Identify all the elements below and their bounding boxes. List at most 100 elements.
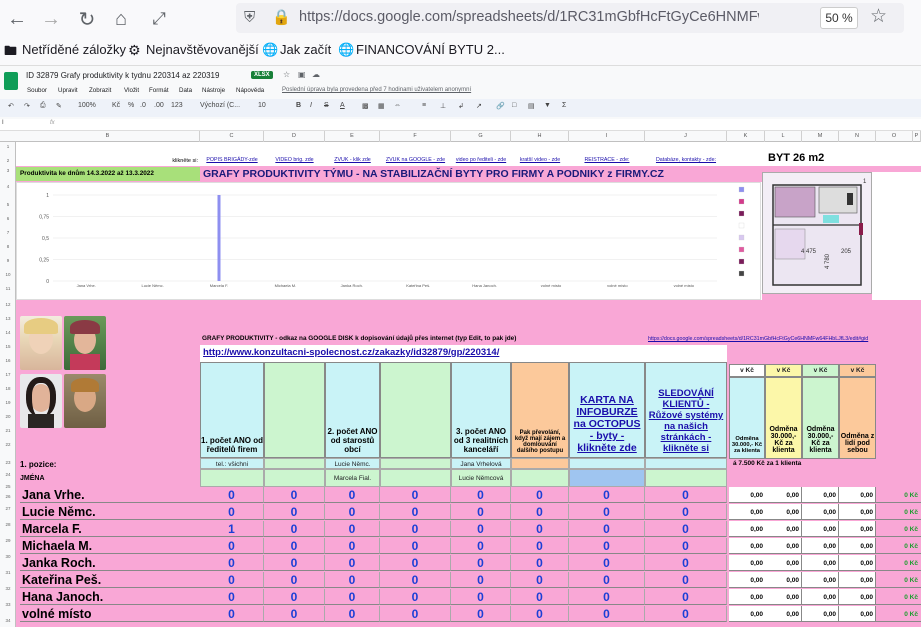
- bookmark-star-icon[interactable]: ☆: [870, 5, 887, 28]
- person-name[interactable]: Janka Roch.: [20, 555, 200, 571]
- column-header[interactable]: D: [264, 131, 325, 142]
- link-video-brig[interactable]: VIDEO brig. zde: [264, 152, 325, 166]
- count-cell[interactable]: 0: [569, 589, 645, 605]
- url-text[interactable]: https://docs.google.com/spreadsheets/d/1…: [299, 9, 759, 25]
- count-cell[interactable]: 0: [511, 572, 569, 588]
- row-header[interactable]: 29: [0, 538, 16, 543]
- money-cell[interactable]: 0,00: [839, 487, 876, 503]
- karta-infoburze-link[interactable]: KARTA NA INFOBURZE na OCTOPUS - byty - k…: [571, 362, 643, 458]
- row-header[interactable]: 23: [0, 460, 16, 465]
- row-header[interactable]: 28: [0, 522, 16, 527]
- total-kc-cell[interactable]: 0 Kč: [876, 572, 921, 588]
- column-header[interactable]: L: [765, 131, 802, 142]
- money-cell[interactable]: 0,00: [802, 521, 839, 537]
- star-icon[interactable]: ☆: [283, 70, 290, 79]
- money-cell[interactable]: 0,00: [729, 589, 766, 605]
- money-cell[interactable]: 0,00: [765, 555, 802, 571]
- count-cell[interactable]: 0: [325, 487, 380, 503]
- total-kc-cell[interactable]: 0 Kč: [876, 504, 921, 520]
- count-cell[interactable]: 0: [200, 606, 264, 622]
- total-kc-cell[interactable]: 0 Kč: [876, 487, 921, 503]
- money-cell[interactable]: 0,00: [765, 589, 802, 605]
- row-header[interactable]: 15: [0, 344, 16, 349]
- column-header[interactable]: M: [802, 131, 839, 142]
- count-cell[interactable]: 0: [380, 521, 451, 537]
- count-cell[interactable]: 0: [451, 521, 511, 537]
- column-header[interactable]: N: [839, 131, 876, 142]
- money-cell[interactable]: 0,00: [729, 521, 766, 537]
- person-name[interactable]: Lucie Němc.: [20, 504, 200, 520]
- last-edit-link[interactable]: Poslední úprava byla provedena před 7 ho…: [282, 87, 471, 93]
- count-cell[interactable]: 0: [200, 572, 264, 588]
- count-cell[interactable]: 0: [645, 555, 727, 571]
- filter-icon[interactable]: ▼: [544, 102, 551, 109]
- total-kc-cell[interactable]: 0 Kč: [876, 521, 921, 537]
- row-header[interactable]: 13: [0, 316, 16, 321]
- count-cell[interactable]: 0: [645, 504, 727, 520]
- globe-icon[interactable]: 🌐: [262, 42, 278, 58]
- decrease-decimal-button[interactable]: .0: [140, 102, 146, 109]
- link-registrace[interactable]: REISTRACE - zde:: [569, 152, 645, 166]
- row-header[interactable]: 2: [0, 158, 16, 163]
- money-cell[interactable]: 0,00: [765, 538, 802, 554]
- count-cell[interactable]: 0: [451, 504, 511, 520]
- strikethrough-button[interactable]: S: [324, 102, 329, 109]
- bookmark-item[interactable]: FINANCOVÁNÍ BYTU 2...: [356, 42, 505, 57]
- count-cell[interactable]: 0: [451, 538, 511, 554]
- count-cell[interactable]: 0: [451, 589, 511, 605]
- money-cell[interactable]: 0,00: [802, 589, 839, 605]
- menu-nastroje[interactable]: Nástroje: [202, 87, 225, 94]
- column-header[interactable]: C: [200, 131, 264, 142]
- link-icon[interactable]: 🔗: [496, 102, 505, 110]
- cloud-icon[interactable]: ☁: [312, 70, 320, 79]
- count-cell[interactable]: 0: [380, 487, 451, 503]
- count-cell[interactable]: 0: [380, 555, 451, 571]
- functions-icon[interactable]: Σ: [562, 102, 566, 109]
- count-cell[interactable]: 0: [511, 487, 569, 503]
- gear-icon[interactable]: ⚙: [128, 42, 141, 59]
- count-cell[interactable]: 0: [264, 572, 325, 588]
- link-zvuk[interactable]: ZVUK - klik zde: [325, 152, 380, 166]
- count-cell[interactable]: 0: [511, 504, 569, 520]
- row-header[interactable]: 10: [0, 272, 16, 277]
- count-cell[interactable]: 0: [451, 606, 511, 622]
- column-header[interactable]: J: [645, 131, 727, 142]
- total-kc-cell[interactable]: 0 Kč: [876, 555, 921, 571]
- count-cell[interactable]: 0: [380, 538, 451, 554]
- font-select[interactable]: Výchozí (C...: [200, 102, 240, 109]
- row-header[interactable]: 34: [0, 618, 16, 623]
- text-color-button[interactable]: A: [340, 102, 345, 109]
- column-header[interactable]: K: [727, 131, 765, 142]
- count-cell[interactable]: 0: [569, 606, 645, 622]
- font-size-select[interactable]: 10: [258, 102, 266, 109]
- valign-icon[interactable]: ⊥: [440, 102, 446, 110]
- money-cell[interactable]: 0,00: [802, 572, 839, 588]
- document-title[interactable]: ID 32879 Grafy produktivity k tydnu 2203…: [26, 71, 219, 80]
- sledovani-klientu-link[interactable]: SLEDOVÁNÍ KLIENTŮ - Růžové systémy na na…: [647, 362, 725, 458]
- konzultacni-link[interactable]: http://www.konzultacni-spolecnost.cz/zak…: [203, 347, 499, 358]
- count-cell[interactable]: 0: [325, 606, 380, 622]
- money-cell[interactable]: 0,00: [729, 487, 766, 503]
- money-cell[interactable]: 0,00: [839, 521, 876, 537]
- align-icon[interactable]: ≡: [422, 102, 426, 109]
- row-header[interactable]: 32: [0, 586, 16, 591]
- menu-data[interactable]: Data: [179, 87, 192, 94]
- bookmark-item[interactable]: Nejnavštěvovanější: [146, 42, 259, 57]
- row-header[interactable]: 12: [0, 302, 16, 307]
- row-header[interactable]: 21: [0, 428, 16, 433]
- link-kratsi-video[interactable]: kratší video - zde: [511, 152, 569, 166]
- bookmark-item[interactable]: Jak začít: [280, 42, 331, 57]
- total-kc-cell[interactable]: 0 Kč: [876, 589, 921, 605]
- money-cell[interactable]: 0,00: [729, 555, 766, 571]
- count-cell[interactable]: 0: [645, 538, 727, 554]
- money-cell[interactable]: 0,00: [839, 504, 876, 520]
- count-cell[interactable]: 0: [264, 606, 325, 622]
- count-cell[interactable]: 0: [380, 504, 451, 520]
- link-databaze[interactable]: Databáze, kontakty - zde:: [645, 152, 727, 166]
- increase-decimal-button[interactable]: .00: [154, 102, 164, 109]
- right-url-link[interactable]: https://docs.google.com/spreadsheets/d/1…: [648, 336, 921, 342]
- paint-format-icon[interactable]: ✎: [56, 102, 62, 110]
- column-header[interactable]: G: [451, 131, 511, 142]
- row-header[interactable]: 27: [0, 506, 16, 511]
- row-header[interactable]: 22: [0, 442, 16, 447]
